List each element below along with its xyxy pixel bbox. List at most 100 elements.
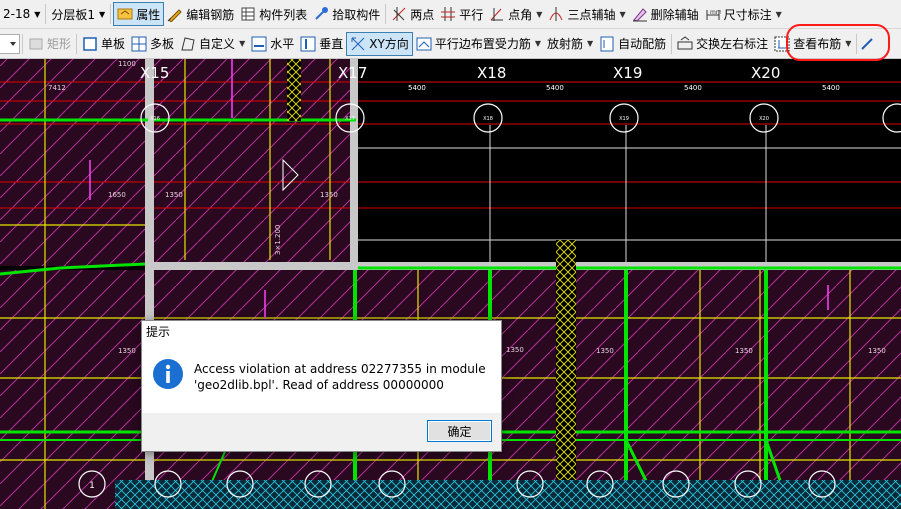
radial-rebar-button[interactable]: 放射筋 ▼ xyxy=(544,32,596,56)
slab-hatch-region xyxy=(154,59,356,266)
layer-selector-value: 分层板1 xyxy=(51,7,96,22)
custom-label: 自定义 xyxy=(199,37,236,51)
chevron-down-icon[interactable]: ▼ xyxy=(587,39,593,48)
draw-mode-dropdown[interactable] xyxy=(0,33,20,54)
dialog-footer: 确定 xyxy=(142,413,501,451)
chevron-down-icon[interactable]: ▼ xyxy=(776,10,782,19)
xy-direction-label: XY方向 xyxy=(369,37,409,51)
edit-rebar-icon xyxy=(167,6,183,22)
delete-axis-icon xyxy=(632,6,648,22)
span-dimension: 5400 xyxy=(408,84,426,92)
axis-circle-label: X18 xyxy=(483,116,493,122)
edit-rebar-label: 编辑钢筋 xyxy=(186,7,235,22)
info-icon xyxy=(152,358,184,390)
xy-direction-button[interactable]: XY方向 xyxy=(346,31,413,56)
layer-selector[interactable]: 分层板1 ▼ xyxy=(48,3,108,25)
view-rebar-icon xyxy=(774,36,790,52)
view-rebar-button[interactable]: 查看布筋 ▼ xyxy=(771,32,854,56)
point-angle-label: 点角 xyxy=(508,7,533,22)
axis-label: X19 xyxy=(613,64,642,82)
dimension-label: 尺寸标注 xyxy=(723,7,772,22)
auto-rebar-icon xyxy=(599,36,615,52)
pick-component-button[interactable]: 拾取构件 xyxy=(310,2,383,26)
parallel-label: 平行 xyxy=(459,7,484,22)
slab-hatch-region xyxy=(0,59,150,266)
component-list-button[interactable]: 构件列表 xyxy=(237,2,310,26)
parallel-edge-rebar-label: 平行边布置受力筋 xyxy=(434,37,531,51)
parallel-edge-rebar-button[interactable]: 平行边布置受力筋 ▼ xyxy=(413,32,544,56)
toolbar-divider xyxy=(856,33,858,54)
vertical-icon xyxy=(300,36,316,52)
toolbar-divider xyxy=(45,4,47,24)
rebar-dimension: 1350 xyxy=(868,347,886,355)
main-toolbar: 2-18 ▼ 分层板1 ▼ 属性 编辑钢筋 构件列表 拾取构件 两点 平行 点角… xyxy=(0,0,901,29)
rectangle-icon xyxy=(28,36,44,52)
single-slab-icon xyxy=(82,36,98,52)
property-button[interactable]: 属性 xyxy=(113,2,165,26)
two-point-button[interactable]: 两点 xyxy=(388,2,437,26)
delete-axis-button[interactable]: 删除辅轴 xyxy=(629,2,702,26)
chevron-down-icon[interactable]: ▼ xyxy=(619,10,625,19)
toolbar-divider xyxy=(385,4,387,24)
grid-lines xyxy=(356,125,901,262)
view-rebar-label: 查看布筋 xyxy=(793,37,842,51)
rebar-dimension: 1350 xyxy=(320,191,338,199)
rebar-dimension: 1350 xyxy=(596,347,614,355)
component-list-label: 构件列表 xyxy=(259,7,308,22)
rebar-dimension: 1350 xyxy=(118,347,136,355)
bottom-axis-label: 1 xyxy=(89,481,95,491)
ok-button[interactable]: 确定 xyxy=(427,420,492,442)
point-angle-button[interactable]: 点角 ▼ xyxy=(486,2,545,26)
edit-rebar-button[interactable]: 编辑钢筋 xyxy=(164,2,237,26)
floor-selector-value: 2-18 xyxy=(3,7,31,21)
chevron-down-icon: ▼ xyxy=(99,9,106,19)
parallel-edge-rebar-icon xyxy=(416,36,432,52)
parallel-icon xyxy=(440,6,456,22)
chevron-down-icon[interactable]: ▼ xyxy=(536,10,542,19)
three-point-axis-button[interactable]: 三点辅轴 ▼ xyxy=(545,2,628,26)
custom-button[interactable]: 自定义 ▼ xyxy=(177,32,248,56)
span-dimension: 5400 xyxy=(546,84,564,92)
custom-icon xyxy=(180,36,196,52)
error-dialog: 提示 Access violation at address 02277355 … xyxy=(141,320,502,452)
rectangle-button[interactable]: 矩形 xyxy=(25,32,74,56)
auto-rebar-button[interactable]: 自动配筋 xyxy=(596,32,669,56)
vertical-button[interactable]: 垂直 xyxy=(297,32,346,56)
rebar-dimension: 1350 xyxy=(506,346,524,354)
dimension-texts: 5400 5400 5400 5400 xyxy=(408,84,840,92)
floor-selector[interactable]: 2-18 ▼ xyxy=(0,3,43,25)
rectangle-label: 矩形 xyxy=(47,37,72,51)
two-point-icon xyxy=(391,6,407,22)
rebar-dimension: 1650 xyxy=(108,191,126,199)
axis-label: X15 xyxy=(140,64,169,82)
svg-text:mm: mm xyxy=(710,9,721,16)
lattice-column xyxy=(287,59,301,121)
rebar-dimension: 1350 xyxy=(735,347,753,355)
dialog-body: Access violation at address 02277355 in … xyxy=(142,343,501,413)
horizontal-button[interactable]: 水平 xyxy=(248,32,297,56)
property-icon xyxy=(117,6,133,22)
dimension-icon: mm xyxy=(705,6,721,22)
axis-label: X20 xyxy=(751,64,780,82)
horizontal-label: 水平 xyxy=(270,37,295,51)
axis-label: X17 xyxy=(338,64,367,82)
swap-labels-label: 交换左右标注 xyxy=(696,37,769,51)
parallel-button[interactable]: 平行 xyxy=(437,2,486,26)
dimension-button[interactable]: mm 尺寸标注 ▼ xyxy=(702,2,785,26)
axis-circle-label: X20 xyxy=(759,116,769,122)
pick-component-icon xyxy=(313,6,329,22)
component-list-icon xyxy=(240,6,256,22)
property-label: 属性 xyxy=(136,7,161,22)
vertical-dimension: 3×1.200 xyxy=(274,225,282,255)
chevron-down-icon[interactable]: ▼ xyxy=(239,39,245,48)
multi-slab-icon xyxy=(131,36,147,52)
swap-labels-icon xyxy=(677,35,693,52)
multi-slab-button[interactable]: 多板 xyxy=(128,32,177,56)
chevron-down-icon[interactable]: ▼ xyxy=(535,39,541,48)
single-slab-button[interactable]: 单板 xyxy=(79,32,128,56)
xy-direction-icon xyxy=(350,36,366,52)
more-tools-icon[interactable] xyxy=(859,36,875,52)
chevron-down-icon[interactable]: ▼ xyxy=(845,39,851,48)
axis-circle-label: X19 xyxy=(619,116,629,122)
swap-labels-button[interactable]: 交换左右标注 xyxy=(674,32,771,56)
